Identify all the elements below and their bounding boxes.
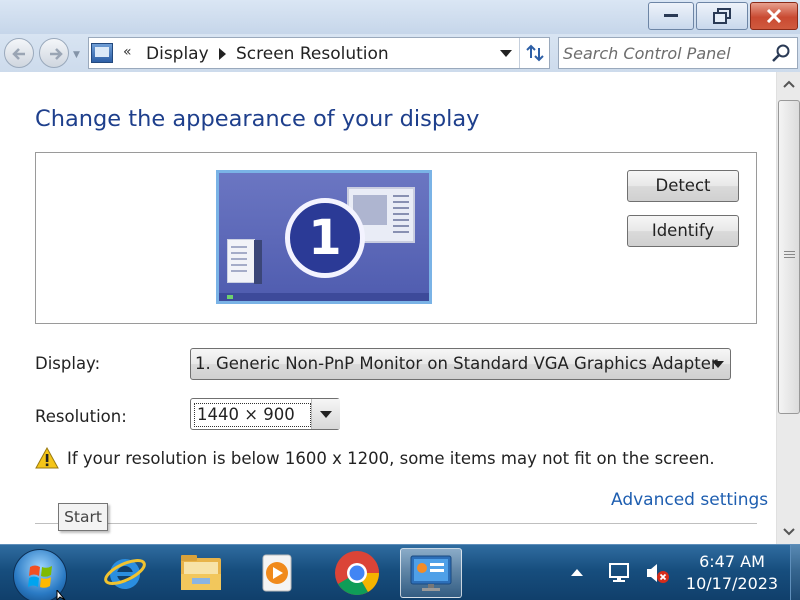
display-settings-icon — [410, 555, 452, 591]
restore-icon — [713, 8, 731, 24]
taskbar-windows-explorer[interactable] — [172, 548, 230, 598]
search-input[interactable] — [563, 41, 763, 65]
scroll-up-button[interactable] — [778, 72, 800, 96]
resolution-warning-text: If your resolution is below 1600 x 1200,… — [67, 449, 715, 468]
search-icon[interactable] — [771, 43, 791, 63]
show-hidden-icons-button[interactable] — [571, 569, 583, 576]
scrollbar-thumb[interactable] — [778, 100, 800, 414]
breadcrumb-screen-resolution[interactable]: Screen Resolution — [236, 44, 389, 64]
title-bar — [0, 0, 800, 34]
search-box[interactable] — [558, 37, 798, 69]
restore-button[interactable] — [696, 2, 748, 30]
address-dropdown-icon[interactable] — [500, 50, 512, 57]
taskbar-chrome[interactable] — [328, 548, 386, 598]
resolution-select-value: 1440 × 900 — [194, 403, 311, 427]
forward-button[interactable] — [39, 38, 69, 68]
display-select[interactable]: 1. Generic Non-PnP Monitor on Standard V… — [190, 348, 731, 380]
forward-arrow-icon — [50, 48, 63, 60]
taskbar-display-settings[interactable] — [400, 548, 462, 598]
address-bar[interactable]: « Display Screen Resolution — [88, 37, 550, 69]
monitor-number-badge: 1 — [285, 198, 365, 278]
back-button[interactable] — [4, 38, 34, 68]
media-player-icon — [262, 554, 292, 592]
advanced-settings-link[interactable]: Advanced settings — [611, 490, 768, 510]
back-arrow-icon — [12, 48, 25, 60]
monitor-1-preview[interactable]: 1 — [216, 170, 432, 304]
detect-button[interactable]: Detect — [627, 170, 739, 202]
control-panel-icon — [91, 43, 113, 63]
resolution-dropdown-button[interactable] — [311, 399, 340, 429]
show-desktop-button[interactable] — [790, 545, 800, 600]
page-title: Change the appearance of your display — [35, 106, 480, 132]
scroll-up-icon — [783, 80, 795, 88]
divider — [35, 523, 757, 524]
taskbar-media-player[interactable] — [248, 548, 306, 598]
taskbar-internet-explorer[interactable] — [96, 548, 154, 598]
vertical-scrollbar[interactable] — [776, 72, 800, 544]
refresh-icon — [526, 44, 544, 62]
resolution-label: Resolution: — [35, 407, 127, 426]
display-label: Display: — [35, 354, 101, 373]
clock-time: 6:47 AM — [699, 552, 765, 571]
refresh-button[interactable] — [519, 38, 549, 68]
address-overflow-chevron[interactable]: « — [123, 44, 132, 60]
volume-muted-icon[interactable] — [645, 562, 671, 584]
breadcrumb-display[interactable]: Display — [146, 44, 209, 64]
display-select-value: 1. Generic Non-PnP Monitor on Standard V… — [195, 354, 718, 373]
clock-date: 10/17/2023 — [685, 574, 779, 593]
display-preview-area: 1 Detect Identify — [35, 152, 757, 324]
dropdown-arrow-icon — [712, 361, 724, 368]
system-clock[interactable]: 6:47 AM 10/17/2023 — [676, 551, 788, 595]
recent-pages-chevron-icon[interactable]: ▼ — [73, 50, 80, 60]
start-tooltip: Start — [58, 503, 108, 531]
network-icon[interactable] — [608, 562, 632, 584]
close-icon — [766, 9, 782, 23]
navigation-bar: ▼ « Display Screen Resolution — [0, 34, 800, 72]
warning-icon — [35, 447, 59, 469]
content-pane: Change the appearance of your display 1 … — [0, 72, 776, 544]
folder-icon — [181, 555, 221, 590]
resolution-select[interactable]: 1440 × 900 — [190, 398, 340, 430]
dropdown-arrow-icon — [320, 411, 332, 418]
taskbar: 6:47 AM 10/17/2023 — [0, 544, 800, 600]
monitor-menu-graphic — [227, 239, 262, 284]
scroll-down-icon — [783, 528, 795, 536]
identify-button[interactable]: Identify — [627, 215, 739, 247]
mouse-pointer-icon — [56, 590, 66, 600]
minimize-button[interactable] — [648, 2, 694, 30]
breadcrumb-separator-icon[interactable] — [219, 48, 226, 60]
scrollbar-grip-icon — [784, 251, 795, 260]
close-button[interactable] — [750, 2, 798, 30]
scroll-down-button[interactable] — [778, 520, 800, 544]
minimize-icon — [664, 14, 678, 17]
monitor-taskbar-graphic — [219, 293, 429, 301]
internet-explorer-icon — [104, 559, 146, 589]
chrome-icon — [335, 551, 379, 595]
